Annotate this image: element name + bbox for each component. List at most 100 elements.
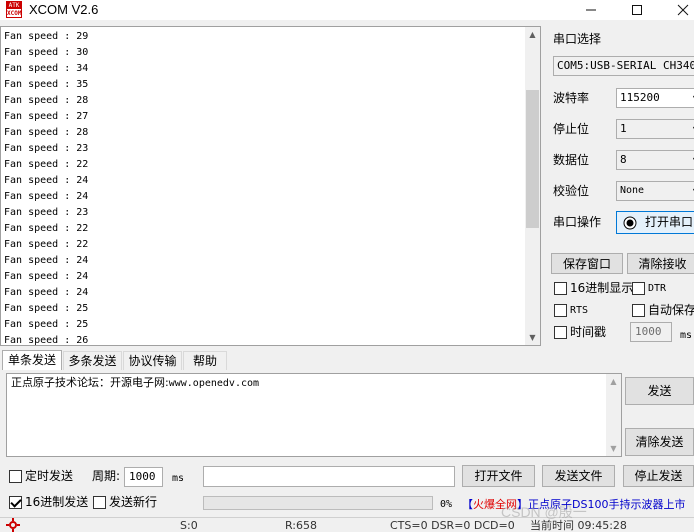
receive-line: Fan speed : 28 [4, 95, 89, 106]
tab-help[interactable]: 帮助 [183, 351, 227, 370]
logo-top-text: ATK [7, 2, 21, 9]
data-bits-select[interactable]: 8 [616, 150, 694, 170]
window-title: XCOM V2.6 [29, 2, 99, 17]
parity-value: None [620, 185, 645, 196]
hex-display-label: 16进制显示 [570, 281, 634, 295]
receive-line: Fan speed : 24 [4, 271, 89, 282]
hex-send-label: 16进制发送 [25, 495, 89, 509]
port-select[interactable]: COM5:USB-SERIAL CH340 [553, 56, 694, 76]
receive-line: Fan speed : 22 [4, 223, 89, 234]
timed-send-label: 定时发送 [25, 469, 74, 483]
receive-text: Fan speed : 29 Fan speed : 30 Fan speed : … [4, 29, 89, 346]
receive-line: Fan speed : 23 [4, 143, 89, 154]
receive-area[interactable]: Fan speed : 29 Fan speed : 30 Fan speed : … [0, 26, 541, 346]
receive-line: Fan speed : 22 [4, 239, 89, 250]
data-bits-label: 数据位 [553, 153, 590, 167]
clear-receive-button[interactable]: 清除接收 [627, 253, 694, 274]
file-path-input[interactable] [203, 466, 455, 487]
stop-bits-select[interactable]: 1 [616, 119, 694, 139]
scroll-down-icon[interactable]: ▼ [606, 441, 621, 456]
logo-bottom-text: XCOM [7, 10, 22, 17]
send-text-url: www.openedv.com [168, 378, 260, 389]
receive-scrollbar[interactable]: ▲ ▼ [525, 27, 540, 345]
dtr-checkbox[interactable] [632, 282, 645, 295]
timestamp-label: 时间戳 [570, 325, 607, 339]
period-unit: ms [172, 473, 185, 484]
receive-line: Fan speed : 25 [4, 319, 89, 330]
baud-rate-label: 波特率 [553, 91, 590, 105]
send-text: 正点原子技术论坛：开源电子网:www.openedv.com [11, 377, 259, 390]
status-sent-count: S:0 [180, 519, 198, 532]
send-file-button[interactable]: 发送文件 [542, 465, 615, 487]
hex-send-checkbox[interactable] [9, 496, 22, 509]
data-bits-value: 8 [620, 153, 627, 166]
rts-checkbox[interactable] [554, 304, 567, 317]
receive-line: Fan speed : 30 [4, 47, 89, 58]
send-newline-label: 发送新行 [109, 495, 158, 509]
port-select-value: COM5:USB-SERIAL CH340 [557, 59, 694, 72]
close-button[interactable] [660, 0, 694, 20]
baud-rate-value: 115200 [620, 91, 660, 104]
parity-select[interactable]: None [616, 181, 694, 201]
auto-save-label: 自动保存 [648, 303, 694, 317]
title-bar: ATK XCOM XCOM V2.6 [0, 0, 694, 20]
send-button[interactable]: 发送 [625, 377, 694, 405]
clear-send-button[interactable]: 清除发送 [625, 428, 694, 456]
receive-line: Fan speed : 25 [4, 303, 89, 314]
receive-line: Fan speed : 24 [4, 287, 89, 298]
receive-line: Fan speed : 24 [4, 175, 89, 186]
receive-line: Fan speed : 23 [4, 207, 89, 218]
maximize-button[interactable] [614, 0, 660, 20]
scroll-down-icon[interactable]: ▼ [525, 330, 540, 345]
port-operation-label: 串口操作 [553, 215, 602, 229]
status-line-states: CTS=0 DSR=0 DCD=0 [390, 519, 515, 532]
gear-icon[interactable] [6, 518, 20, 532]
scroll-thumb[interactable] [526, 90, 539, 228]
radio-dot-icon [623, 216, 637, 230]
period-input[interactable]: 1000 [124, 467, 163, 487]
minimize-button[interactable] [568, 0, 614, 20]
close-icon [677, 4, 689, 16]
app-logo-icon: ATK XCOM [6, 1, 22, 18]
scroll-up-icon[interactable]: ▲ [525, 27, 540, 42]
status-bar: S:0 R:658 CTS=0 DSR=0 DCD=0 当前时间 09:45:2… [0, 517, 694, 532]
send-scrollbar[interactable]: ▲ ▼ [606, 374, 621, 456]
save-window-button[interactable]: 保存窗口 [551, 253, 623, 274]
timestamp-checkbox[interactable] [554, 326, 567, 339]
stop-bits-value: 1 [620, 122, 627, 135]
promo-bracket: 【 [462, 498, 473, 511]
period-label: 周期: [92, 469, 121, 483]
send-text-cn: 正点原子技术论坛：开源电子网: [11, 376, 169, 389]
progress-label: 0% [440, 499, 453, 510]
receive-line: Fan speed : 35 [4, 79, 89, 90]
receive-line: Fan speed : 26 [4, 335, 89, 346]
tab-single-send[interactable]: 单条发送 [2, 350, 62, 370]
receive-line: Fan speed : 24 [4, 255, 89, 266]
minimize-icon [586, 9, 596, 11]
send-text-area[interactable]: 正点原子技术论坛：开源电子网:www.openedv.com ▲ ▼ [6, 373, 622, 457]
timestamp-interval-input[interactable]: 1000 [630, 322, 672, 342]
receive-line: Fan speed : 24 [4, 191, 89, 202]
receive-line: Fan speed : 34 [4, 63, 89, 74]
receive-line: Fan speed : 27 [4, 111, 89, 122]
receive-line: Fan speed : 22 [4, 159, 89, 170]
send-newline-checkbox[interactable] [93, 496, 106, 509]
receive-line: Fan speed : 29 [4, 31, 89, 42]
port-select-label: 串口选择 [553, 32, 602, 46]
hex-display-checkbox[interactable] [554, 282, 567, 295]
timed-send-checkbox[interactable] [9, 470, 22, 483]
open-port-button[interactable]: 打开串口 [616, 211, 694, 234]
watermark-text: CSDN @殷一 [501, 504, 587, 520]
status-received-count: R:658 [285, 519, 318, 532]
send-progress-bar [203, 496, 433, 510]
scroll-up-icon[interactable]: ▲ [606, 374, 621, 389]
parity-label: 校验位 [553, 184, 590, 198]
rts-label: RTS [570, 305, 589, 316]
auto-save-checkbox[interactable] [632, 304, 645, 317]
stop-send-button[interactable]: 停止发送 [623, 465, 694, 487]
tab-protocol-transfer[interactable]: 协议传输 [123, 351, 182, 370]
tab-multi-send[interactable]: 多条发送 [63, 351, 122, 370]
baud-rate-select[interactable]: 115200 [616, 88, 694, 108]
open-file-button[interactable]: 打开文件 [462, 465, 535, 487]
timestamp-unit: ms [680, 330, 693, 341]
